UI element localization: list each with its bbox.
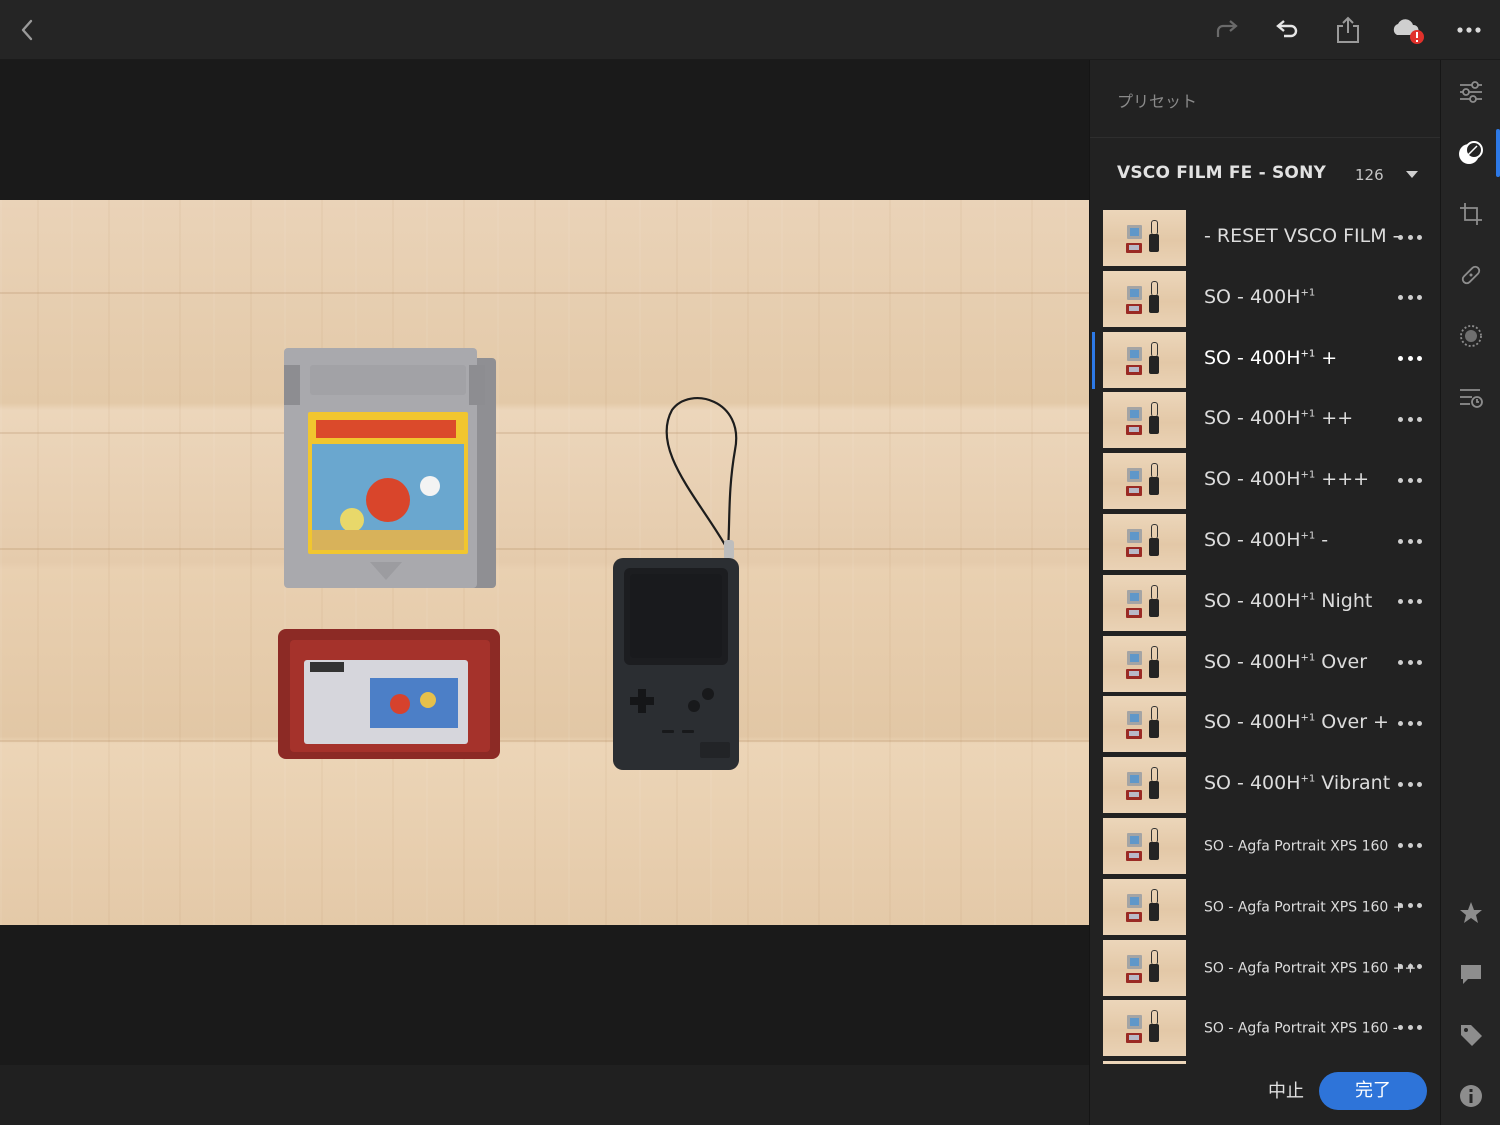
bottom-bar [0, 1065, 1089, 1125]
tag-icon[interactable] [1455, 1019, 1487, 1051]
crop-icon[interactable] [1455, 198, 1487, 230]
preset-item[interactable]: SO - 400H+1 Over [1090, 635, 1441, 693]
preset-item[interactable]: SO - Agfa Portrait XPS 160 [1090, 818, 1441, 875]
top-bar [0, 0, 1500, 60]
more-options-icon[interactable] [1395, 955, 1425, 979]
preset-item[interactable]: SO - 400H+1 - [1090, 514, 1441, 571]
redo-icon[interactable] [1209, 12, 1245, 48]
more-options-icon[interactable] [1395, 1015, 1425, 1039]
handheld-console-image [613, 397, 739, 770]
more-options-icon[interactable] [1395, 894, 1425, 918]
more-options-icon[interactable] [1395, 711, 1425, 735]
panel-title: プリセット [1117, 92, 1198, 111]
preset-thumbnail [1103, 392, 1186, 449]
preset-item[interactable]: SO - Agfa Portrait XPS 160 + [1090, 878, 1441, 936]
preset-thumbnail [1103, 818, 1186, 874]
preset-name: SO - 400H+1 Over [1204, 650, 1368, 673]
preset-item[interactable]: SO - 400H+1 Night [1090, 574, 1441, 632]
comment-icon[interactable] [1455, 958, 1487, 990]
gba-cartridge-image [278, 629, 500, 759]
preset-name: SO - 400H+1 ++ [1204, 407, 1354, 430]
more-options-icon[interactable] [1395, 468, 1425, 492]
preset-thumbnail [1103, 1000, 1186, 1057]
preset-item[interactable]: - RESET VSCO FILM - [1090, 210, 1441, 267]
preset-list[interactable]: - RESET VSCO FILM - SO - 400H+1 SO - 400H+… [1090, 210, 1441, 1064]
preset-group-selector[interactable]: VSCO FILM FE - SONY 126 [1090, 155, 1441, 195]
back-icon[interactable] [10, 12, 46, 48]
more-icon[interactable] [1451, 12, 1487, 48]
more-options-icon[interactable] [1395, 529, 1425, 553]
preset-group-name: VSCO FILM FE - SONY [1117, 163, 1327, 183]
preset-item[interactable]: SO - 400H+1 Vibrant [1090, 757, 1441, 814]
preset-name: SO - 400H+1 - [1204, 529, 1329, 551]
versions-icon[interactable] [1455, 381, 1487, 413]
more-options-icon[interactable] [1395, 772, 1425, 796]
done-button[interactable]: 完了 [1319, 1072, 1427, 1110]
preset-thumbnail [1103, 757, 1186, 814]
star-icon[interactable] [1455, 897, 1487, 929]
preset-name: SO - Agfa Portrait XPS 160 [1204, 838, 1389, 855]
preset-thumbnail [1103, 939, 1186, 996]
selective-icon[interactable] [1455, 320, 1487, 352]
preset-item[interactable]: SO - Agfa Portrait XPS 160 - [1090, 1000, 1441, 1057]
more-options-icon[interactable] [1395, 833, 1425, 857]
presets-panel: プリセット VSCO FILM FE - SONY 126 - RESET VS… [1089, 60, 1441, 1125]
preset-group-count: 126 [1355, 166, 1384, 184]
preset-name: SO - 400H+1 Over + [1204, 711, 1389, 734]
photo [0, 200, 1089, 925]
more-options-icon[interactable] [1395, 407, 1425, 431]
preset-item-partial [1090, 1061, 1441, 1064]
share-icon[interactable] [1330, 12, 1366, 48]
tool-strip [1440, 60, 1500, 1125]
preset-thumbnail [1103, 210, 1186, 266]
cloud-error-icon[interactable] [1390, 12, 1426, 48]
preset-thumbnail [1103, 635, 1186, 692]
more-options-icon[interactable] [1395, 286, 1425, 310]
preset-name: SO - Agfa Portrait XPS 160 + [1204, 899, 1405, 916]
preset-item[interactable]: SO - 400H+1 +++ [1090, 453, 1441, 510]
preset-item[interactable]: SO - 400H+1 Over + [1090, 696, 1441, 753]
preset-thumbnail [1103, 1061, 1186, 1064]
preset-thumbnail [1103, 878, 1186, 935]
active-tool-indicator [1496, 129, 1500, 177]
preset-name: SO - 400H+1 Vibrant [1204, 772, 1391, 795]
preset-name: SO - 400H+1 + [1204, 346, 1338, 369]
preset-thumbnail [1103, 514, 1186, 570]
preset-item[interactable]: SO - 400H+1 + [1090, 331, 1441, 389]
selected-indicator [1092, 331, 1095, 389]
preset-name: SO - Agfa Portrait XPS 160 - [1204, 1021, 1398, 1038]
info-icon[interactable] [1455, 1080, 1487, 1112]
preset-thumbnail [1103, 453, 1186, 510]
preset-thumbnail [1103, 574, 1186, 631]
cancel-button[interactable]: 中止 [1266, 1077, 1306, 1107]
preset-thumbnail [1103, 270, 1186, 327]
chevron-down-icon[interactable] [1403, 167, 1421, 181]
presets-icon[interactable] [1455, 137, 1487, 169]
preset-item[interactable]: SO - Agfa Portrait XPS 160 ++ [1090, 939, 1441, 997]
preset-thumbnail [1103, 331, 1186, 388]
more-options-icon[interactable] [1395, 590, 1425, 614]
image-canvas[interactable] [0, 60, 1089, 1065]
edit-sliders-icon[interactable] [1455, 76, 1487, 108]
preset-name: SO - 400H+1 +++ [1204, 468, 1370, 491]
more-options-icon[interactable] [1395, 651, 1425, 675]
more-options-icon[interactable] [1395, 225, 1425, 249]
preset-name: SO - 400H+1 [1204, 285, 1316, 308]
preset-item[interactable]: SO - 400H+1 ++ [1090, 392, 1441, 449]
undo-icon[interactable] [1269, 12, 1305, 48]
preset-item[interactable]: SO - 400H+1 [1090, 270, 1441, 328]
preset-name: SO - 400H+1 Night [1204, 589, 1373, 612]
gameboy-cartridge-image [284, 348, 496, 588]
panel-header: プリセット [1090, 60, 1441, 138]
preset-name: - RESET VSCO FILM - [1204, 225, 1400, 247]
preset-thumbnail [1103, 696, 1186, 753]
healing-icon[interactable] [1455, 259, 1487, 291]
preset-name: SO - Agfa Portrait XPS 160 ++ [1204, 960, 1417, 977]
more-options-icon[interactable] [1395, 347, 1425, 371]
